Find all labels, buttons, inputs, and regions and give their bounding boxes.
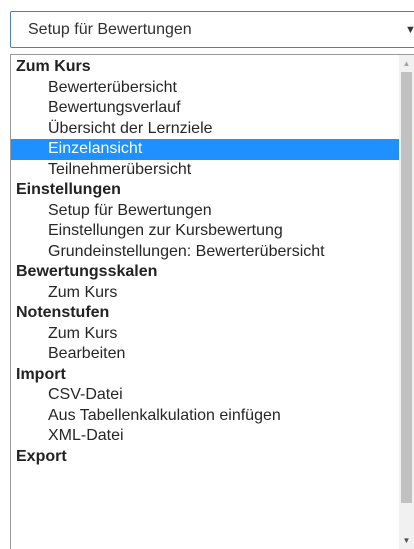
option-item-selected[interactable]: Einzelansicht [11, 139, 400, 160]
option-item[interactable]: Teilnehmerübersicht [11, 160, 400, 181]
scroll-up-arrow-icon[interactable]: ▲ [399, 57, 414, 71]
option-item[interactable]: Bewerterübersicht [11, 78, 400, 99]
chevron-down-icon[interactable]: ▼ [405, 23, 414, 37]
option-item[interactable]: Grundeinstellungen: Bewerterübersicht [11, 242, 400, 263]
optgroup-label: Export [16, 447, 67, 465]
report-select[interactable]: Setup für Bewertungen ▼ [10, 11, 414, 48]
optgroup-label: Einstellungen [16, 181, 121, 198]
option-item[interactable]: Aus Tabellenkalkulation einfügen [11, 406, 400, 427]
dropdown-list[interactable]: Zum Kurs Bewerterübersicht Bewertungsverla… [10, 54, 414, 549]
scroll-down-arrow-icon[interactable]: ▼ [399, 534, 414, 548]
option-item[interactable]: Zum Kurs [11, 324, 400, 345]
select-value: Setup für Bewertungen [28, 21, 192, 38]
option-item[interactable]: Einstellungen zur Kursbewertung [11, 221, 400, 242]
optgroup-label: Bewertungsskalen [16, 263, 158, 280]
option-item[interactable]: Setup für Bewertungen [11, 201, 400, 222]
page: Setup für Bewertungen ▼ Zum Kurs Bewerter… [0, 0, 414, 549]
option-item[interactable]: Übersicht der Lernziele [11, 119, 400, 140]
option-item[interactable]: CSV-Datei [11, 385, 400, 406]
option-item[interactable]: Bewertungsverlauf [11, 98, 400, 119]
option-item[interactable]: Bearbeiten [11, 344, 400, 365]
optgroup-label: Import [16, 365, 66, 383]
option-list: Zum Kurs Bewerterübersicht Bewertungsverla… [11, 57, 400, 467]
scroll-thumb[interactable] [401, 72, 412, 503]
option-item[interactable]: XML-Datei [11, 426, 400, 447]
optgroup-label: Notenstufen [16, 304, 110, 321]
scrollbar[interactable]: ▲ ▼ [399, 55, 414, 549]
optgroup-label: Zum Kurs [16, 58, 91, 75]
option-item[interactable]: Zum Kurs [11, 283, 400, 304]
